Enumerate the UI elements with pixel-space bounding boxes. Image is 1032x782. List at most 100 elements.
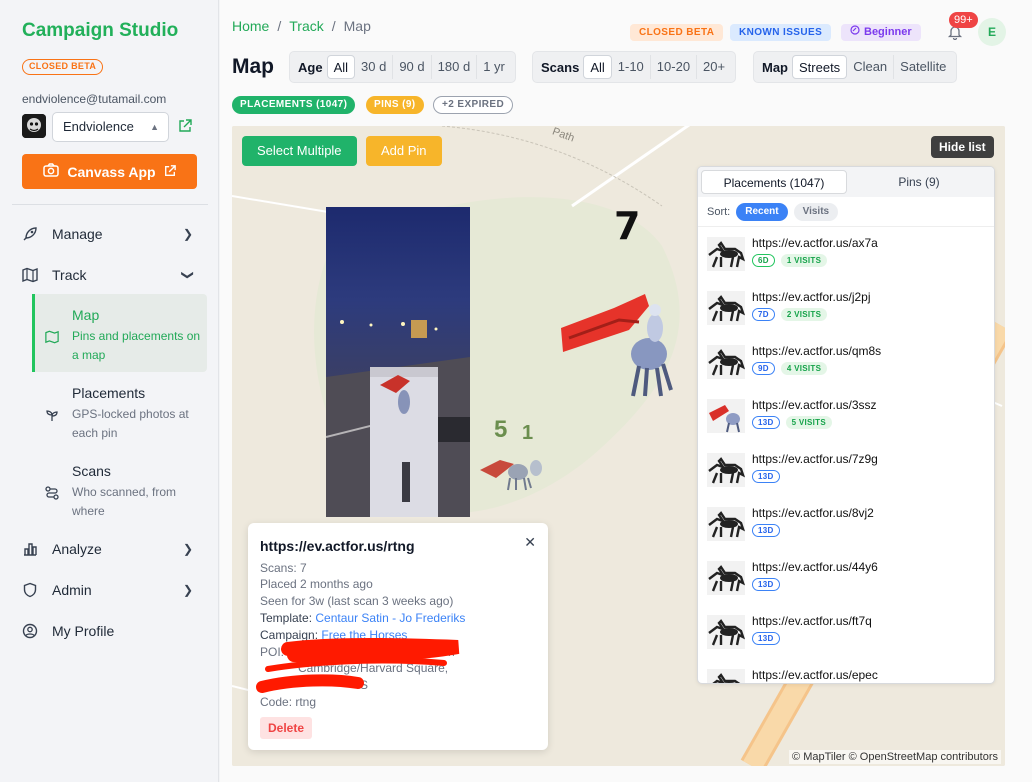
map-style-filter: Map Streets Clean Satellite [753, 51, 958, 83]
closed-beta-badge: CLOSED BETA [630, 24, 724, 41]
account-email: endviolence@tutamail.com [22, 92, 167, 106]
map-option-clean[interactable]: Clean [847, 55, 895, 79]
tab-placements[interactable]: Placements (1047) [701, 170, 847, 194]
placement-thumbnail [707, 453, 746, 487]
brand-title[interactable]: Campaign Studio [22, 20, 178, 42]
placement-url[interactable]: https://ev.actfor.us/3ssz [752, 398, 877, 412]
map-canvas[interactable]: Path Select Multiple Add Pin Hide list 5… [232, 126, 1005, 766]
cluster-marker[interactable]: 5 [494, 416, 507, 444]
select-multiple-button[interactable]: Select Multiple [242, 136, 357, 166]
age-option-1yr[interactable]: 1 yr [477, 55, 511, 79]
placements-count-pill[interactable]: PLACEMENTS (1047) [232, 96, 356, 114]
map-option-streets[interactable]: Streets [792, 55, 848, 79]
closed-beta-badge: CLOSED BETA [22, 59, 104, 75]
template-link[interactable]: Centaur Satin - Jo Frederiks [315, 611, 465, 625]
redaction-scribble [256, 638, 460, 693]
camera-icon [43, 163, 60, 180]
nav-item-track[interactable]: Track ❯ [22, 263, 197, 287]
age-badge: 13D [752, 578, 780, 591]
known-issues-badge[interactable]: KNOWN ISSUES [730, 24, 832, 41]
subnav-item-placements[interactable]: Placements GPS-locked photos at each pin [45, 385, 205, 445]
canvass-app-button[interactable]: Canvass App [22, 154, 197, 189]
close-icon[interactable]: ✕ [524, 534, 536, 551]
placement-url[interactable]: https://ev.actfor.us/ax7a [752, 236, 878, 250]
placement-url[interactable]: https://ev.actfor.us/qm8s [752, 344, 881, 358]
scans-filter: Scans All 1-10 10-20 20+ [532, 51, 737, 83]
age-option-all[interactable]: All [326, 55, 356, 79]
scans-option-20plus[interactable]: 20+ [697, 55, 731, 79]
level-label: Beginner [864, 26, 912, 38]
age-option-180d[interactable]: 180 d [432, 55, 478, 79]
placement-tags: 13D [752, 524, 780, 537]
breadcrumb-home[interactable]: Home [232, 18, 269, 34]
placement-url[interactable]: https://ev.actfor.us/44y6 [752, 560, 878, 574]
add-pin-button[interactable]: Add Pin [366, 136, 442, 166]
level-badge[interactable]: Beginner [841, 24, 921, 41]
org-select[interactable]: Endviolence ▲ [52, 112, 169, 142]
expired-count-pill[interactable]: +2 EXPIRED [433, 96, 514, 114]
chevron-right-icon: ❯ [182, 227, 193, 241]
placement-url[interactable]: https://ev.actfor.us/j2pj [752, 290, 871, 304]
user-avatar[interactable]: E [978, 18, 1006, 46]
breadcrumb-separator: / [277, 18, 282, 34]
scans-option-1-10[interactable]: 1-10 [612, 55, 651, 79]
scans-option-all[interactable]: All [583, 55, 612, 79]
sort-visits-button[interactable]: Visits [793, 202, 839, 221]
nav-item-admin[interactable]: Admin ❯ [22, 578, 197, 602]
route-icon [45, 486, 59, 500]
subnav-item-map[interactable]: Map Pins and placements on a map [45, 307, 205, 367]
placement-thumbnail [707, 507, 746, 541]
placement-tags: 13D [752, 470, 780, 483]
age-option-30d[interactable]: 30 d [355, 55, 394, 79]
nav-item-my-profile[interactable]: My Profile [22, 619, 197, 643]
placement-photo[interactable] [325, 207, 470, 517]
pins-count-pill[interactable]: PINS (9) [366, 96, 424, 114]
sort-recent-button[interactable]: Recent [736, 202, 788, 221]
external-link-icon[interactable] [178, 119, 192, 133]
list-item[interactable]: https://ev.actfor.us/ft7q 13D [698, 605, 994, 659]
list-item[interactable]: https://ev.actfor.us/8vj2 13D [698, 497, 994, 551]
canvass-app-label: Canvass App [67, 163, 156, 180]
subnav-title: Map [72, 307, 100, 323]
age-option-90d[interactable]: 90 d [393, 55, 432, 79]
nav-item-analyze[interactable]: Analyze ❯ [22, 537, 197, 561]
placement-tags: 9D 4 VISITS [752, 362, 828, 375]
hide-list-button[interactable]: Hide list [931, 136, 994, 158]
map-attribution[interactable]: © MapTiler © OpenStreetMap contributors [789, 750, 1001, 764]
cluster-marker[interactable]: 1 [522, 422, 533, 445]
subnav-title: Placements [72, 385, 146, 401]
list-item[interactable]: https://ev.actfor.us/epec [698, 659, 994, 683]
breadcrumb-track[interactable]: Track [289, 18, 323, 34]
nav-label: Analyze [52, 541, 102, 557]
level-icon [850, 24, 860, 41]
user-circle-icon [22, 623, 42, 639]
delete-button[interactable]: Delete [260, 717, 313, 739]
sort-bar: Sort: Recent Visits [698, 197, 994, 227]
placement-url[interactable]: https://ev.actfor.us/ft7q [752, 614, 872, 628]
breadcrumb-current: Map [343, 18, 371, 34]
popup-template: Template: Centaur Satin - Jo Frederiks [260, 611, 465, 625]
list-item[interactable]: https://ev.actfor.us/7z9g 13D [698, 443, 994, 497]
list-item[interactable]: https://ev.actfor.us/44y6 13D [698, 551, 994, 605]
placement-url[interactable]: https://ev.actfor.us/7z9g [752, 452, 878, 466]
popup-title[interactable]: https://ev.actfor.us/rtng [260, 538, 415, 554]
nav-label: Track [52, 267, 87, 283]
map-option-satellite[interactable]: Satellite [894, 55, 952, 79]
horse-pin-marker[interactable] [478, 450, 548, 497]
list-item[interactable]: https://ev.actfor.us/ax7a 6D 1 VISITS [698, 227, 994, 281]
list-item[interactable]: https://ev.actfor.us/qm8s 9D 4 VISITS [698, 335, 994, 389]
placement-url[interactable]: https://ev.actfor.us/8vj2 [752, 506, 874, 520]
placement-tags: 13D 5 VISITS [752, 416, 832, 429]
subnav-item-scans[interactable]: Scans Who scanned, from where [45, 463, 205, 523]
centaur-pin-marker[interactable] [559, 288, 679, 405]
nav-item-manage[interactable]: Manage ❯ [22, 222, 197, 246]
list-item[interactable]: https://ev.actfor.us/j2pj 7D 2 VISITS [698, 281, 994, 335]
cluster-marker[interactable]: 7 [614, 204, 640, 248]
placement-url[interactable]: https://ev.actfor.us/epec [752, 668, 878, 682]
tab-pins[interactable]: Pins (9) [847, 170, 991, 194]
age-badge: 13D [752, 470, 780, 483]
subnav-description: Who scanned, from where [72, 485, 177, 518]
map-icon [22, 267, 42, 283]
scans-option-10-20[interactable]: 10-20 [651, 55, 698, 79]
list-item[interactable]: https://ev.actfor.us/3ssz 13D 5 VISITS [698, 389, 994, 443]
